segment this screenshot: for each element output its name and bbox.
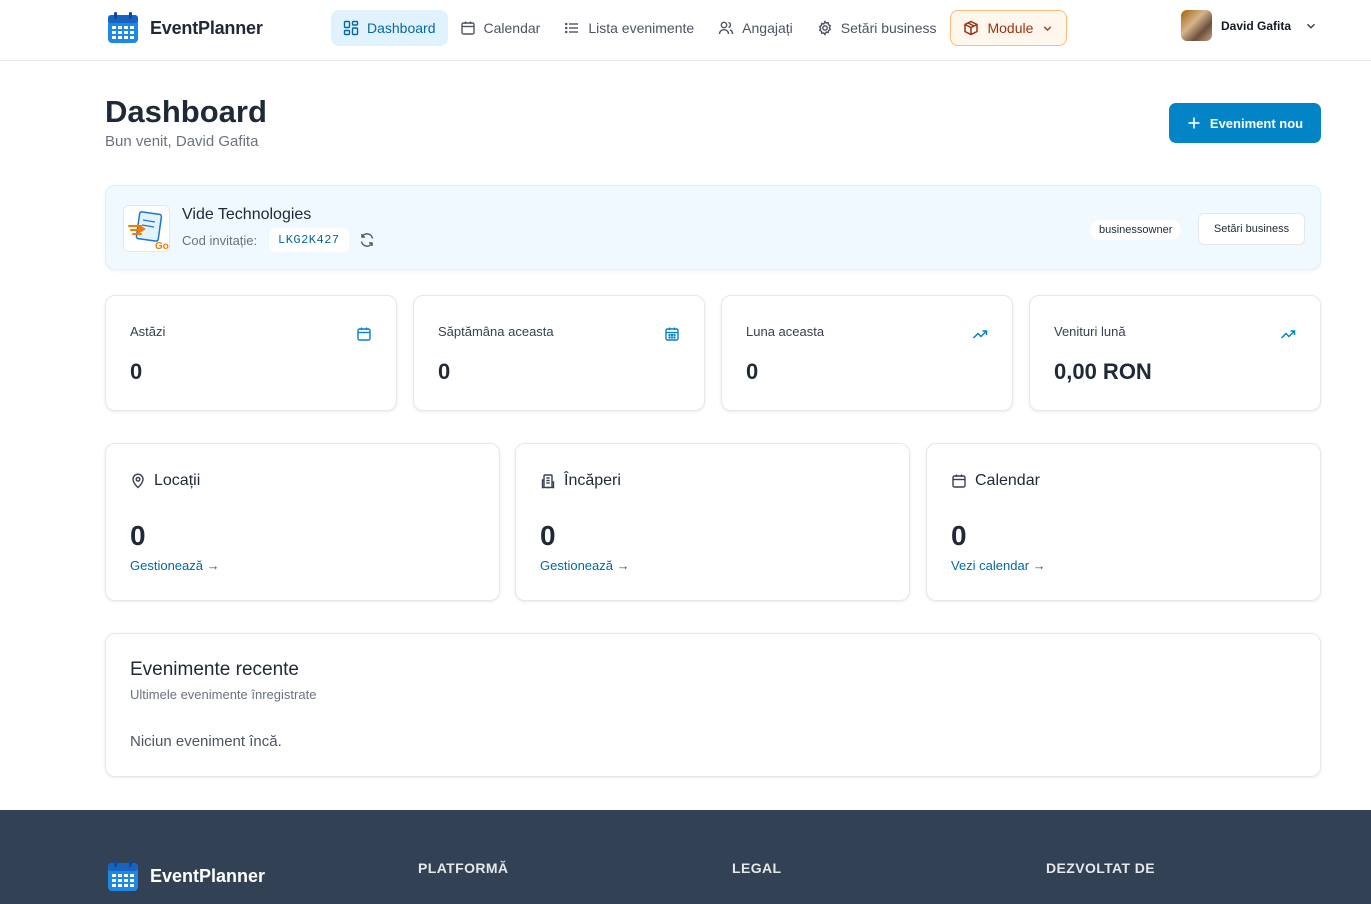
business-card: Go Vide Technologies Cod invitație: LKG2…	[105, 185, 1321, 270]
brand[interactable]: EventPlanner	[106, 11, 263, 45]
users-icon	[718, 21, 734, 35]
user-name: David Gafita	[1221, 18, 1292, 33]
card-value: 0	[951, 520, 967, 551]
stat-label: Săptămâna aceasta	[438, 324, 554, 339]
card-value: 0	[130, 520, 146, 551]
footer-column-title: LEGAL	[732, 860, 782, 876]
card-header: Calendar	[951, 472, 1040, 490]
stat-card-revenue: Venituri lună 0,00 RON	[1029, 295, 1321, 411]
nav-business-settings-label: Setări business	[840, 20, 937, 36]
stat-label: Astăzi	[130, 324, 166, 339]
manage-locations-link[interactable]: Gestionează →	[130, 558, 220, 573]
business-logo: Go	[123, 205, 170, 252]
calendar-card: Calendar 0 Vezi calendar →	[926, 443, 1321, 601]
stat-value: 0,00 RON	[1054, 359, 1152, 384]
card-header: Locații	[130, 472, 200, 490]
view-calendar-link[interactable]: Vezi calendar →	[951, 558, 1046, 573]
stat-card-today: Astăzi 0	[105, 295, 397, 411]
recent-events-subtitle: Ultimele evenimente înregistrate	[130, 687, 317, 702]
recent-events-title: Evenimente recente	[130, 659, 299, 680]
footer-brand-name: EventPlanner	[150, 865, 266, 886]
stat-value: 0	[438, 359, 451, 384]
nav-business-settings[interactable]: Setări business	[805, 10, 949, 46]
business-name: Vide Technologies	[182, 206, 312, 223]
brand-name: EventPlanner	[150, 17, 263, 38]
page-title: Dashboard	[105, 94, 267, 129]
footer-column-platform: PLATFORMĂ	[418, 860, 508, 876]
card-header: Încăperi	[540, 472, 621, 490]
chevron-down-icon	[1307, 23, 1316, 29]
rooms-card: Încăperi 0 Gestionează →	[515, 443, 910, 601]
footer-column-title: PLATFORMĂ	[418, 860, 509, 876]
footer-brand[interactable]: EventPlanner	[106, 859, 265, 893]
nav-modules-label: Module	[987, 20, 1034, 36]
trending-up-icon	[1280, 330, 1296, 339]
footer-column-title: DEZVOLTAT DE	[1046, 860, 1156, 876]
footer-column-developed-by: DEZVOLTAT DE	[1046, 860, 1155, 876]
locations-card: Locații 0 Gestionează →	[105, 443, 500, 601]
user-menu[interactable]: David Gafita	[1181, 10, 1318, 41]
nav-event-list[interactable]: Lista evenimente	[552, 10, 706, 46]
card-title: Calendar	[975, 472, 1040, 489]
nav-employees[interactable]: Angajați	[706, 10, 805, 46]
nav-event-list-label: Lista evenimente	[588, 20, 695, 36]
business-settings-button[interactable]: Setări business	[1198, 213, 1305, 245]
new-event-label: Eveniment nou	[1209, 115, 1304, 131]
refresh-icon[interactable]	[359, 232, 375, 248]
role-badge: businessowner	[1090, 220, 1182, 240]
stat-card-month: Luna aceasta 0	[721, 295, 1013, 411]
stat-label: Luna aceasta	[746, 324, 825, 339]
plus-icon	[1188, 117, 1200, 129]
card-title: Încăperi	[564, 472, 621, 489]
nav-dashboard-label: Dashboard	[367, 20, 436, 36]
footer: EventPlanner PLATFORMĂ LEGAL DEZVOLTAT D…	[0, 810, 1371, 904]
card-title: Locații	[154, 472, 201, 489]
dashboard-icon	[343, 20, 359, 36]
new-event-button[interactable]: Eveniment nou	[1169, 103, 1321, 143]
empty-state-text: Niciun eveniment încă.	[130, 733, 282, 750]
calendar-logo-icon	[108, 12, 138, 43]
main-nav: Dashboard Calendar Lista evenimente Anga…	[331, 10, 1068, 46]
footer-column-legal: LEGAL	[732, 860, 781, 876]
nav-employees-label: Angajați	[742, 20, 793, 36]
avatar	[1181, 10, 1212, 41]
chevron-down-icon	[1044, 25, 1052, 31]
calendar-logo-icon	[108, 860, 138, 891]
gear-icon	[818, 20, 831, 36]
card-value: 0	[540, 520, 556, 551]
nav-modules-dropdown[interactable]: Module	[950, 10, 1068, 46]
calendar-grid-icon	[665, 327, 679, 341]
nav-calendar[interactable]: Calendar	[448, 10, 553, 46]
calendar-icon	[460, 21, 475, 35]
list-icon	[565, 22, 579, 34]
invite-code-label: Cod invitație:	[182, 233, 258, 248]
stat-value: 0	[130, 359, 143, 384]
recent-events-card: Evenimente recente Ultimele evenimente î…	[105, 633, 1321, 777]
svg-text:Go: Go	[155, 241, 169, 252]
page-subtitle: Bun venit, David Gafita	[105, 133, 259, 150]
trending-up-icon	[972, 330, 988, 339]
stat-value: 0	[746, 359, 759, 384]
business-logo-icon: Go	[128, 211, 169, 252]
manage-rooms-link[interactable]: Gestionează →	[540, 558, 630, 573]
calendar-icon	[357, 327, 371, 341]
calendar-icon	[952, 474, 966, 488]
map-pin-icon	[132, 473, 144, 489]
top-nav-bar: EventPlanner Dashboard Calendar Lista ev…	[0, 0, 1371, 61]
nav-dashboard[interactable]: Dashboard	[331, 10, 448, 46]
stat-card-week: Săptămâna aceasta 0	[413, 295, 705, 411]
invite-code[interactable]: LKG2K427	[269, 228, 349, 252]
nav-calendar-label: Calendar	[483, 20, 541, 36]
stat-label: Venituri lună	[1054, 324, 1126, 339]
building-icon	[541, 474, 555, 489]
box-icon	[964, 20, 979, 36]
